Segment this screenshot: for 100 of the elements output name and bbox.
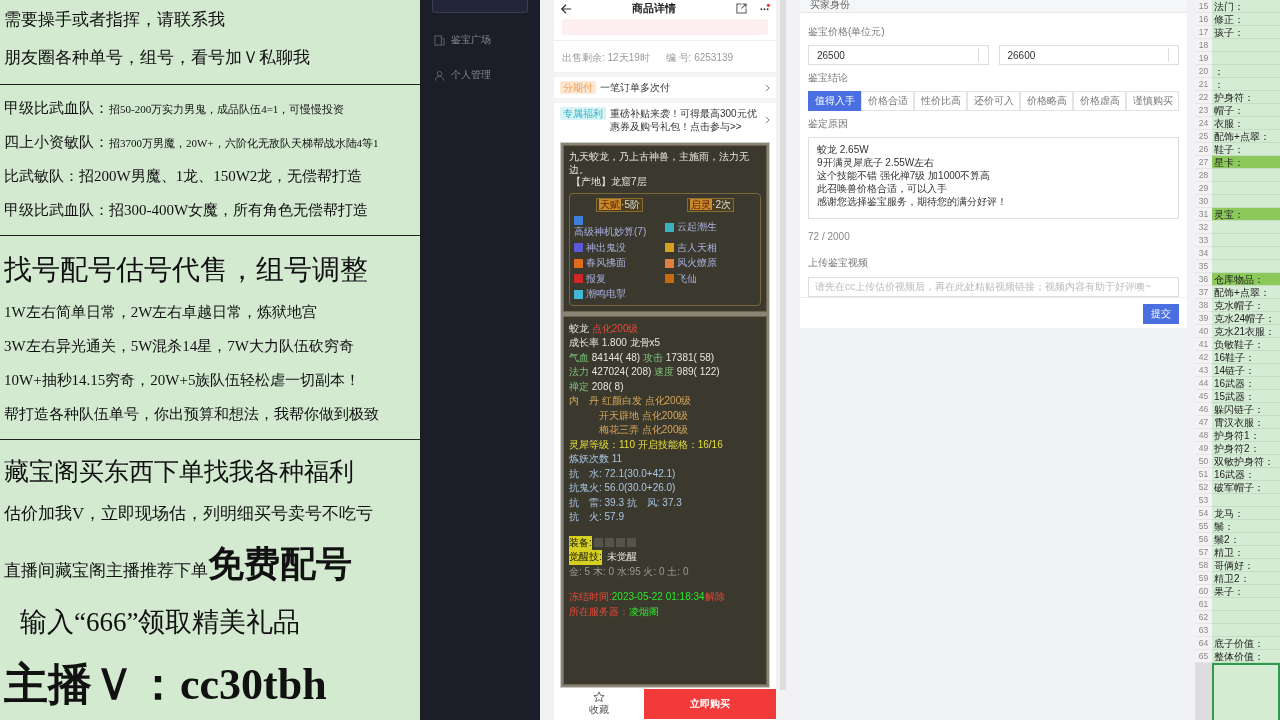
table-cell: ： bbox=[1212, 65, 1280, 78]
row-number: 29 bbox=[1195, 182, 1212, 195]
row-number: 42 bbox=[1195, 351, 1212, 364]
promo-text: 甲级比武血队：招300-400W女魔，所有角色无偿帮打造 bbox=[4, 200, 370, 220]
table-cell: 16鞋子： bbox=[1212, 351, 1280, 364]
stat-line: 装备: bbox=[569, 535, 761, 550]
table-cell: 哥俩好： bbox=[1212, 559, 1280, 572]
table-cell: 鬃： bbox=[1212, 520, 1280, 533]
row-number: 48 bbox=[1195, 429, 1212, 442]
row-number: 56 bbox=[1195, 533, 1212, 546]
row-number: 28 bbox=[1195, 169, 1212, 182]
row-header bbox=[1195, 663, 1212, 720]
conclusion-option[interactable]: 价格合适 bbox=[861, 91, 914, 111]
row-number: 65 bbox=[1195, 650, 1212, 663]
conclusion-option[interactable]: 值得入手 bbox=[808, 91, 861, 111]
row-number: 15 bbox=[1195, 0, 1212, 13]
sidebar-item[interactable]: 鉴宝广场 bbox=[451, 33, 491, 47]
promo-text: 1W左右简单日常，2W左右卓越日常，炼狱地宫 bbox=[4, 303, 319, 323]
favorite-label: 收藏 bbox=[589, 703, 609, 717]
skill-name: 高级神机妙算(7) bbox=[574, 226, 647, 239]
back-arrow-icon[interactable] bbox=[560, 2, 572, 15]
table-cell: 护身符： bbox=[1212, 91, 1280, 104]
info-text: 编 号: 6253139 bbox=[665, 51, 734, 65]
skill-name: 风火燎原 bbox=[677, 257, 717, 270]
recruit-heading: 四上小资敏队： bbox=[4, 134, 109, 151]
table-cell: 克水21衣服： bbox=[1212, 325, 1280, 338]
promo-text: 比武敏队：招200W男魔、1龙、150W2龙，无偿帮打造 bbox=[4, 167, 364, 187]
row-number: 16 bbox=[1195, 13, 1212, 26]
submit-button[interactable]: 提交 bbox=[1143, 303, 1179, 324]
stat-line: 成长率 1.800 龙骨x5 bbox=[569, 336, 662, 350]
price-input[interactable]: 26500 bbox=[808, 45, 989, 65]
row-number: 22 bbox=[1195, 91, 1212, 104]
row-number: 63 bbox=[1195, 624, 1212, 637]
sidebar-item[interactable]: 个人管理 bbox=[451, 68, 491, 82]
row-number: 39 bbox=[1195, 312, 1212, 325]
offer-row[interactable]: 分期付 一笔订单多次付 bbox=[554, 72, 776, 98]
conclusion-option[interactable]: 价格略高 bbox=[1020, 91, 1073, 111]
row-number: 37 bbox=[1195, 286, 1212, 299]
row-number: 45 bbox=[1195, 390, 1212, 403]
selected-cell[interactable] bbox=[1212, 663, 1280, 720]
table-cell: 配饰+点翠： bbox=[1212, 286, 1280, 299]
promo-text: 输入“666”领取精美礼品 bbox=[19, 606, 302, 640]
row-number: 20 bbox=[1195, 65, 1212, 78]
row-number: 49 bbox=[1195, 442, 1212, 455]
table-cell: 鞋子： bbox=[1212, 143, 1280, 156]
stat-line: 法力 427024( 208) 速度 989( 122) bbox=[569, 365, 721, 379]
row-number: 31 bbox=[1195, 208, 1212, 221]
row-number: 18 bbox=[1195, 39, 1212, 52]
price-input[interactable]: 26600 bbox=[998, 45, 1179, 65]
conclusion-option[interactable]: 谨慎购买 bbox=[1126, 91, 1179, 111]
row-number: 33 bbox=[1195, 234, 1212, 247]
row-number: 62 bbox=[1195, 611, 1212, 624]
recruit-text: 招50-200万实力男鬼，成品队伍4=1，可慢慢投资 bbox=[109, 103, 345, 116]
row-number: 34 bbox=[1195, 247, 1212, 260]
row-number: 25 bbox=[1195, 130, 1212, 143]
row-number: 23 bbox=[1195, 104, 1212, 117]
skill-name: 神出鬼没 bbox=[586, 241, 626, 254]
stat-line: 抗鬼火: 56.0(30.0+26.0) bbox=[569, 481, 677, 495]
promo-text: 估价加我V，立即现场估，列明细买号卖号不吃亏 bbox=[4, 503, 375, 526]
table-cell: 孩子： bbox=[1212, 26, 1280, 39]
table-cell: 灵宝： bbox=[1212, 208, 1280, 221]
offer-text: 一笔订单多次付 bbox=[600, 81, 671, 94]
chevron-icon bbox=[765, 116, 770, 124]
row-number: 17 bbox=[1195, 26, 1212, 39]
table-cell: 底子价值： bbox=[1212, 637, 1280, 650]
stat-line: 觉醒技: 未觉醒 bbox=[569, 550, 761, 565]
row-number: 41 bbox=[1195, 338, 1212, 351]
table-cell: 配饰+点翠： bbox=[1212, 130, 1280, 143]
row-number: 59 bbox=[1195, 572, 1212, 585]
row-number: 27 bbox=[1195, 156, 1212, 169]
select-field[interactable] bbox=[432, 0, 528, 13]
chevron-icon bbox=[765, 83, 770, 92]
row-number: 26 bbox=[1195, 143, 1212, 156]
reason-field[interactable]: 蛟龙 2.65W 9开满灵犀底子 2.55W左右 这个技能不错 强化禅7级 加1000不算高 此召唤兽价格合适，可以入手 感谢您选择鉴宝服务，期待您的满分好评！ bbox=[808, 137, 1179, 219]
row-number: 19 bbox=[1195, 52, 1212, 65]
row-number: 36 bbox=[1195, 273, 1212, 286]
row-number: 44 bbox=[1195, 377, 1212, 390]
table-cell: 霄汉衣服： bbox=[1212, 416, 1280, 429]
row-number: 64 bbox=[1195, 637, 1212, 650]
recruit-text: 招3700万男魔，20W+，六阶化无敌队天梯帮战水陆4等1 bbox=[109, 137, 379, 150]
stat-line: 灵犀等级：110 开启技能格：16/16 bbox=[569, 437, 724, 452]
document-icon bbox=[434, 34, 445, 46]
share-icon[interactable] bbox=[736, 3, 747, 14]
table-cell: ： bbox=[1212, 78, 1280, 91]
conclusion-option[interactable]: 价格虚高 bbox=[1073, 91, 1126, 111]
row-number: 50 bbox=[1195, 455, 1212, 468]
buy-button[interactable]: 立即购买 bbox=[644, 689, 776, 719]
offer-row[interactable]: 专属福利 重磅补贴来袭！可得最高300元优惠券及购号礼包！点击参与>> bbox=[554, 98, 776, 137]
table-cell: 帽子： bbox=[1212, 104, 1280, 117]
promo-highlight: 免费配号 bbox=[208, 544, 352, 585]
pet-origin: 【产地】龙窟7层 bbox=[570, 176, 648, 189]
section-title: 买家身份 bbox=[800, 0, 1187, 13]
table-cell: 星卡： bbox=[1212, 156, 1280, 169]
table-cell: 双敏护身符： bbox=[1212, 455, 1280, 468]
conclusion-option[interactable]: 性价比高 bbox=[914, 91, 967, 111]
row-number: 54 bbox=[1195, 507, 1212, 520]
star-icon[interactable] bbox=[593, 691, 605, 703]
table-cell: 衣服： bbox=[1212, 117, 1280, 130]
conclusion-option[interactable]: 还价可入 bbox=[967, 91, 1020, 111]
table-cell: 整体价值： bbox=[1212, 650, 1280, 663]
